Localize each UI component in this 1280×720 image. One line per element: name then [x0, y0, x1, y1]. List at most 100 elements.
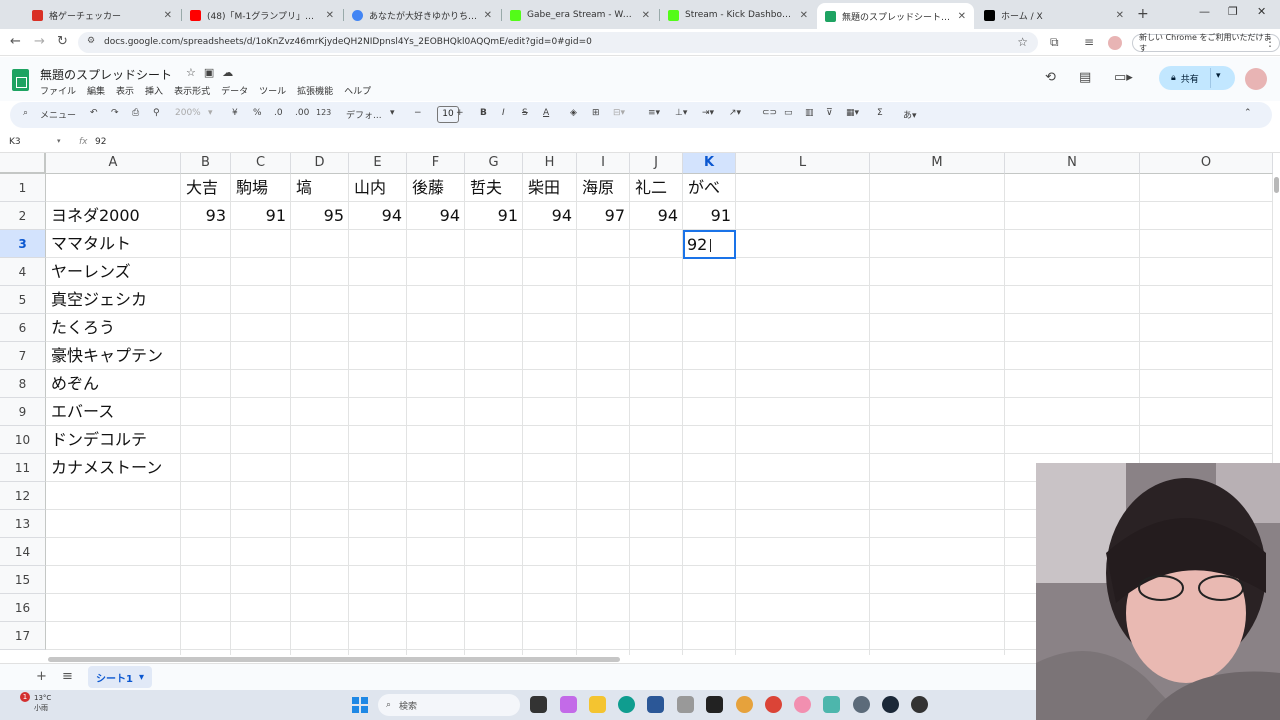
- row-header-4[interactable]: 4: [0, 258, 46, 286]
- close-tab-icon[interactable]: ✕: [1116, 10, 1124, 21]
- row-header-2[interactable]: 2: [0, 202, 46, 230]
- borders-icon[interactable]: ⊞: [592, 108, 600, 118]
- windows-start-icon[interactable]: [352, 697, 368, 713]
- score-cell[interactable]: 94: [349, 202, 407, 230]
- filter-views-icon[interactable]: ▦▾: [846, 108, 859, 118]
- font-select[interactable]: デフォ...: [346, 108, 382, 121]
- column-header-a[interactable]: A: [46, 153, 181, 174]
- row-header-3[interactable]: 3: [0, 230, 46, 258]
- judge-header-cell[interactable]: 後藤: [407, 174, 465, 202]
- score-cell[interactable]: 91: [465, 202, 523, 230]
- browser-tab[interactable]: Stream - Kick Dashboard ✕: [660, 4, 816, 26]
- minimize-icon[interactable]: —: [1199, 5, 1210, 18]
- taskbar-search[interactable]: ⌕ 検索: [378, 694, 520, 716]
- menu-data[interactable]: データ: [221, 84, 248, 97]
- site-info-icon[interactable]: ⚙: [87, 36, 95, 46]
- contestant-cell[interactable]: ヨネダ2000: [46, 202, 181, 230]
- new-tab-button[interactable]: +: [1137, 6, 1149, 22]
- close-window-icon[interactable]: ✕: [1257, 5, 1266, 18]
- column-header-h[interactable]: H: [523, 153, 577, 174]
- column-header-g[interactable]: G: [465, 153, 523, 174]
- extensions-icon[interactable]: ⧉: [1050, 35, 1059, 50]
- menu-help[interactable]: ヘルプ: [344, 84, 371, 97]
- fill-color-icon[interactable]: ◈: [570, 108, 577, 118]
- chevron-down-icon[interactable]: ▾: [139, 672, 144, 683]
- close-tab-icon[interactable]: ✕: [958, 11, 966, 22]
- maximize-icon[interactable]: ❐: [1228, 5, 1238, 18]
- row-header-5[interactable]: 5: [0, 286, 46, 314]
- search-menu-button[interactable]: メニュー: [40, 108, 76, 121]
- row-header-11[interactable]: 11: [0, 454, 46, 482]
- collapse-toolbar-icon[interactable]: ⌃: [1244, 108, 1252, 118]
- task-view-icon[interactable]: [530, 696, 547, 713]
- forward-icon[interactable]: →: [34, 34, 45, 49]
- close-tab-icon[interactable]: ✕: [164, 10, 172, 21]
- comments-icon[interactable]: ▤: [1079, 70, 1091, 85]
- menu-insert[interactable]: 挿入: [145, 84, 163, 97]
- score-cell[interactable]: 94: [407, 202, 465, 230]
- input-tools-icon[interactable]: あ▾: [903, 108, 917, 121]
- print-icon[interactable]: ⎙: [132, 108, 139, 118]
- share-button[interactable]: 🔒︎ 共有 ▾: [1159, 66, 1235, 90]
- back-icon[interactable]: ←: [10, 34, 21, 49]
- judge-header-cell[interactable]: 塙: [291, 174, 349, 202]
- column-header-e[interactable]: E: [349, 153, 407, 174]
- number-format-button[interactable]: 123: [316, 108, 331, 117]
- row-header-7[interactable]: 7: [0, 342, 46, 370]
- sheet-tab[interactable]: シート1 ▾: [88, 666, 152, 688]
- cloud-status-icon[interactable]: ☁: [222, 66, 241, 79]
- file-explorer-icon[interactable]: [589, 696, 606, 713]
- merge-cells-icon[interactable]: ⊟▾: [613, 108, 625, 118]
- all-sheets-icon[interactable]: ≡: [62, 669, 73, 684]
- browser-tab[interactable]: 格ゲーチェッカー ✕: [24, 4, 180, 26]
- score-cell[interactable]: 94: [630, 202, 683, 230]
- column-header-d[interactable]: D: [291, 153, 349, 174]
- chevron-down-icon[interactable]: ▾: [57, 137, 61, 145]
- chevron-down-icon[interactable]: ▾: [1216, 71, 1221, 81]
- score-cell[interactable]: 93: [181, 202, 231, 230]
- contestant-cell[interactable]: たくろう: [46, 314, 181, 342]
- contestant-cell[interactable]: めぞん: [46, 370, 181, 398]
- insert-link-icon[interactable]: ⊂⊃: [762, 108, 777, 118]
- judge-header-cell[interactable]: 柴田: [523, 174, 577, 202]
- app-icon[interactable]: [794, 696, 811, 713]
- close-tab-icon[interactable]: ✕: [642, 10, 650, 21]
- chrome-icon[interactable]: [765, 696, 782, 713]
- browser-tab[interactable]: (48)「M-1グランプリ」を観ながら雑 ✕: [182, 4, 342, 26]
- row-header-8[interactable]: 8: [0, 370, 46, 398]
- column-header-c[interactable]: C: [231, 153, 291, 174]
- app-icon[interactable]: [677, 696, 694, 713]
- browser-tab-active[interactable]: 無題のスプレッドシート - Google ス ✕: [817, 3, 974, 29]
- app-icon[interactable]: [706, 696, 723, 713]
- increase-font-size-icon[interactable]: +: [456, 108, 464, 118]
- contestant-cell[interactable]: ドンデコルテ: [46, 426, 181, 454]
- menu-edit[interactable]: 編集: [87, 84, 105, 97]
- column-header-f[interactable]: F: [407, 153, 465, 174]
- insert-comment-icon[interactable]: ▭: [784, 108, 793, 118]
- contestant-cell[interactable]: 豪快キャプテン: [46, 342, 181, 370]
- strikethrough-icon[interactable]: S: [522, 108, 528, 118]
- steam-icon[interactable]: [882, 696, 899, 713]
- column-header-m[interactable]: M: [870, 153, 1005, 174]
- text-rotation-icon[interactable]: ↗▾: [729, 108, 741, 118]
- column-header-o[interactable]: O: [1140, 153, 1273, 174]
- column-header-i[interactable]: I: [577, 153, 630, 174]
- weather-widget[interactable]: 1 13°C 小雨: [10, 692, 51, 713]
- judge-header-cell[interactable]: 礼二: [630, 174, 683, 202]
- close-tab-icon[interactable]: ✕: [800, 10, 808, 21]
- sheets-logo-icon[interactable]: [12, 69, 29, 91]
- judge-header-cell[interactable]: 大吉: [181, 174, 231, 202]
- currency-format-button[interactable]: ¥: [232, 108, 238, 118]
- row-header-6[interactable]: 6: [0, 314, 46, 342]
- score-cell[interactable]: 95: [291, 202, 349, 230]
- row-header-12[interactable]: 12: [0, 482, 46, 510]
- decrease-font-size-icon[interactable]: −: [414, 108, 422, 118]
- browser-tab[interactable]: ホーム / X ✕: [976, 4, 1132, 26]
- column-header-k[interactable]: K: [683, 153, 736, 174]
- search-icon[interactable]: ⌕: [23, 108, 28, 118]
- menu-tools[interactable]: ツール: [259, 84, 286, 97]
- contestant-cell[interactable]: ママタルト: [46, 230, 181, 258]
- functions-icon[interactable]: Σ: [877, 108, 883, 118]
- avatar[interactable]: [1245, 68, 1267, 90]
- row-header-1[interactable]: 1: [0, 174, 46, 202]
